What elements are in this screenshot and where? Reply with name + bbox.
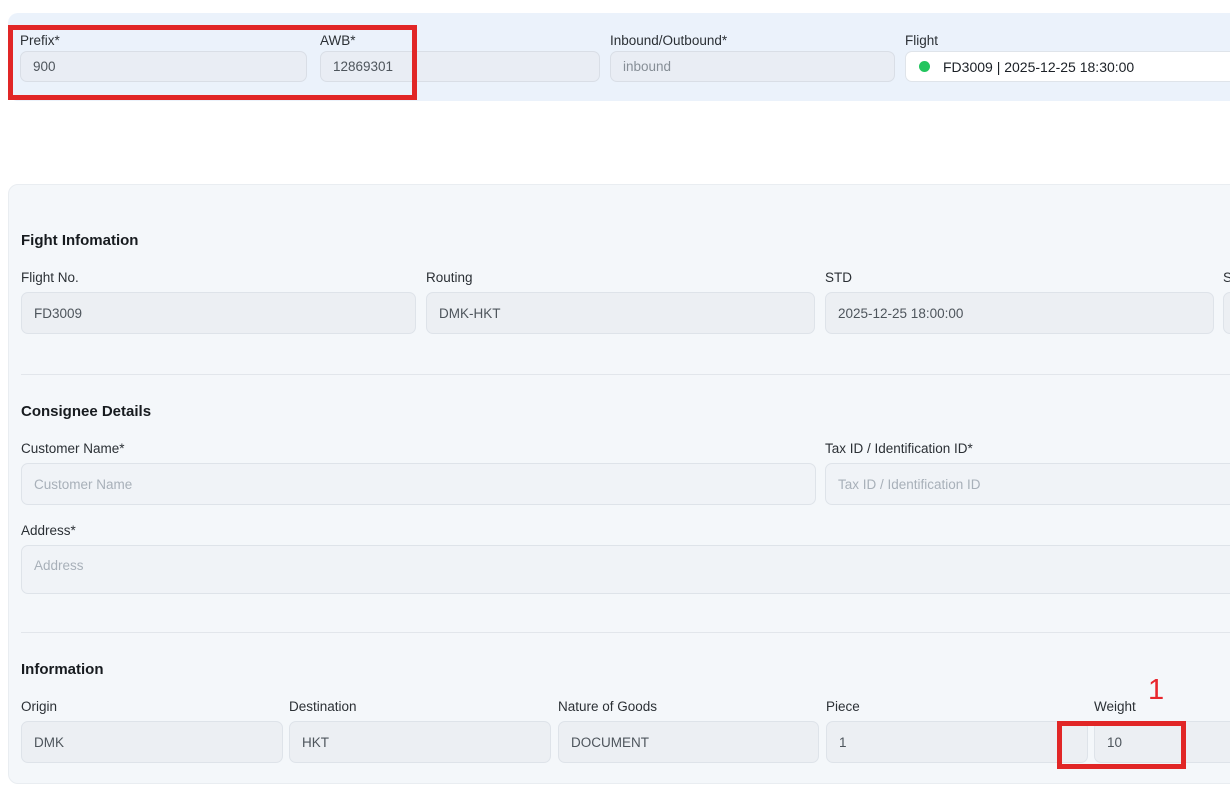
nature-of-goods-label: Nature of Goods [558,699,657,714]
address-textarea[interactable] [21,545,1230,594]
flight-no-label: Flight No. [21,270,79,285]
awb-form-page: Prefix* AWB* Inbound/Outbound* Flight FD… [0,0,1230,809]
flight-label: Flight [905,33,938,48]
nature-of-goods-input[interactable] [558,721,819,763]
weight-input[interactable] [1094,721,1230,763]
customer-name-label: Customer Name* [21,441,125,456]
destination-input[interactable] [289,721,551,763]
awb-input[interactable] [320,51,600,82]
origin-label: Origin [21,699,57,714]
flight-status-dot-icon [919,61,930,72]
section-divider [21,632,1230,633]
customer-name-input[interactable] [21,463,816,505]
std-input[interactable] [825,292,1214,334]
flight-information-title: Fight Infomation [21,232,138,249]
awb-detail-card: Fight Infomation Flight No. Routing STD … [8,184,1230,784]
destination-label: Destination [289,699,357,714]
flight-no-input[interactable] [21,292,416,334]
tax-id-label: Tax ID / Identification ID* [825,441,973,456]
prefix-input[interactable] [20,51,307,82]
std-label: STD [825,270,852,285]
awb-banner: Prefix* AWB* Inbound/Outbound* Flight FD… [8,13,1230,101]
inbound-outbound-label: Inbound/Outbound* [610,33,727,48]
routing-label: Routing [426,270,473,285]
routing-input[interactable] [426,292,815,334]
piece-label: Piece [826,699,860,714]
sta-label: S [1223,270,1230,285]
awb-label: AWB* [320,33,356,48]
address-label: Address* [21,523,76,538]
sta-input[interactable] [1223,292,1230,334]
prefix-label: Prefix* [20,33,60,48]
flight-select[interactable]: FD3009 | 2025-12-25 18:30:00 [905,51,1230,82]
flight-select-value: FD3009 | 2025-12-25 18:30:00 [943,59,1134,75]
tax-id-input[interactable] [825,463,1230,505]
inbound-outbound-input[interactable] [610,51,895,82]
weight-label: Weight [1094,699,1136,714]
section-divider [21,374,1230,375]
consignee-details-title: Consignee Details [21,403,151,420]
piece-input[interactable] [826,721,1088,763]
origin-input[interactable] [21,721,283,763]
information-title: Information [21,661,104,678]
